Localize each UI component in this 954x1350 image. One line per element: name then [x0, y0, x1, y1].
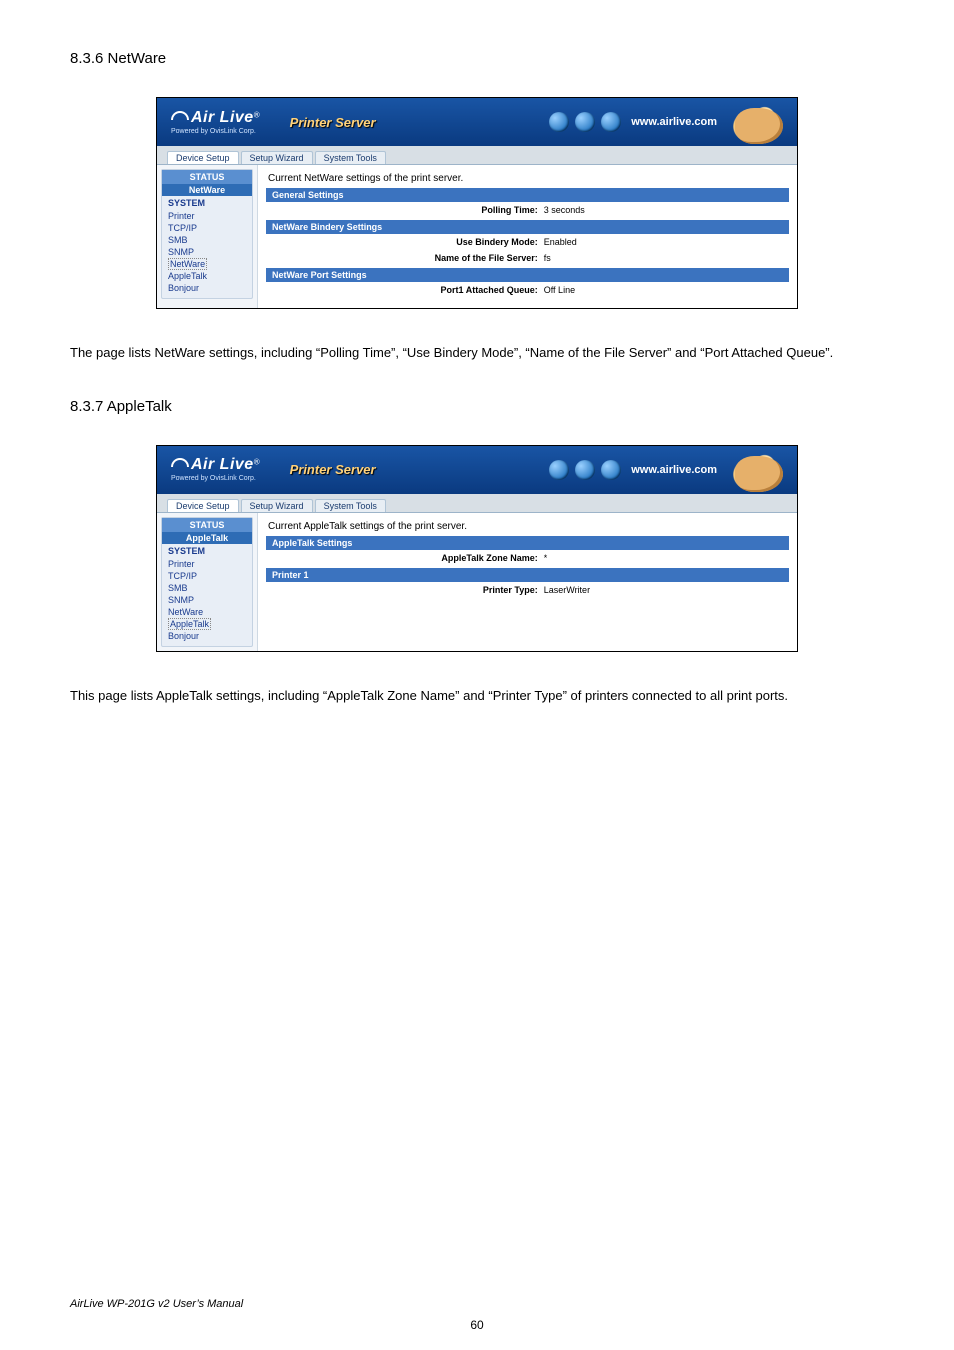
tab-setup-wizard[interactable]: Setup Wizard [241, 499, 313, 512]
globe-icon[interactable] [601, 112, 621, 132]
sidebar-system-heading: SYSTEM [162, 196, 252, 208]
row-polling-time: Polling Time: 3 seconds [266, 202, 789, 218]
sidebar-item-appletalk[interactable]: AppleTalk [168, 270, 246, 282]
sidebar-item-smb[interactable]: SMB [168, 582, 246, 594]
label-port-queue: Port1 Attached Queue: [272, 285, 544, 295]
footer-text: AirLive WP-201G v2 User’s Manual [70, 1298, 884, 1310]
sidebar-current-section: NetWare [162, 184, 252, 196]
site-url[interactable]: www.airlive.com [631, 464, 717, 476]
row-printer-type: Printer Type: LaserWriter [266, 582, 789, 598]
wifi-icon [171, 105, 189, 117]
brand-name: Air Live [191, 456, 254, 473]
section-bar-general: General Settings [266, 188, 789, 202]
globe-icon[interactable] [549, 112, 569, 132]
sidebar: STATUS NetWare SYSTEM Printer TCP/IP SMB… [157, 165, 258, 308]
tab-device-setup[interactable]: Device Setup [167, 151, 239, 164]
label-zone-name: AppleTalk Zone Name: [272, 553, 544, 563]
brand-logo: Air Live® Powered by OvisLink Corp. [171, 110, 260, 135]
label-bindery-mode: Use Bindery Mode: [272, 237, 544, 247]
label-polling-time: Polling Time: [272, 205, 544, 215]
brand-name: Air Live [191, 109, 254, 126]
globe-icon[interactable] [601, 460, 621, 480]
site-url[interactable]: www.airlive.com [631, 116, 717, 128]
tab-device-setup[interactable]: Device Setup [167, 499, 239, 512]
sidebar-item-netware[interactable]: NetWare [168, 606, 246, 618]
appletalk-description: This page lists AppleTalk settings, incl… [70, 682, 884, 711]
brand-subtitle: Powered by OvisLink Corp. [171, 475, 260, 482]
sidebar-status-heading: STATUS [162, 518, 252, 532]
row-zone-name: AppleTalk Zone Name: * [266, 550, 789, 566]
sidebar-item-bonjour[interactable]: Bonjour [168, 282, 246, 294]
content-pane: Current AppleTalk settings of the print … [258, 513, 797, 651]
row-file-server: Name of the File Server: fs [266, 250, 789, 266]
value-bindery-mode: Enabled [544, 237, 783, 247]
section-heading-netware: 8.3.6 NetWare [70, 50, 884, 67]
sidebar-item-bonjour[interactable]: Bonjour [168, 630, 246, 642]
section-bar-bindery: NetWare Bindery Settings [266, 220, 789, 234]
mascot-image [731, 448, 787, 492]
value-file-server: fs [544, 253, 783, 263]
globe-icon[interactable] [575, 460, 595, 480]
globe-icon[interactable] [549, 460, 569, 480]
value-zone-name: * [544, 553, 783, 563]
sidebar-system-heading: SYSTEM [162, 544, 252, 556]
netware-description: The page lists NetWare settings, includi… [70, 339, 884, 368]
tab-system-tools[interactable]: System Tools [315, 151, 386, 164]
sidebar-item-snmp[interactable]: SNMP [168, 246, 246, 258]
content-caption: Current AppleTalk settings of the print … [268, 521, 789, 532]
sidebar-status-heading: STATUS [162, 170, 252, 184]
content-caption: Current NetWare settings of the print se… [268, 173, 789, 184]
tab-bar: Device Setup Setup Wizard System Tools [157, 494, 797, 513]
sidebar-item-printer[interactable]: Printer [168, 210, 246, 222]
tab-bar: Device Setup Setup Wizard System Tools [157, 146, 797, 165]
tab-system-tools[interactable]: System Tools [315, 499, 386, 512]
page-number: 60 [0, 1318, 954, 1332]
globe-icon[interactable] [575, 112, 595, 132]
sidebar: STATUS AppleTalk SYSTEM Printer TCP/IP S… [157, 513, 258, 651]
sidebar-item-tcpip[interactable]: TCP/IP [168, 222, 246, 234]
mascot-image [731, 100, 787, 144]
content-pane: Current NetWare settings of the print se… [258, 165, 797, 308]
value-printer-type: LaserWriter [544, 585, 783, 595]
appletalk-screenshot: Air Live® Powered by OvisLink Corp. Prin… [156, 445, 798, 652]
sidebar-item-netware[interactable]: NetWare [168, 258, 207, 270]
wifi-icon [171, 452, 189, 464]
sidebar-item-snmp[interactable]: SNMP [168, 594, 246, 606]
section-bar-printer1: Printer 1 [266, 568, 789, 582]
product-title: Printer Server [290, 115, 376, 130]
app-header: Air Live® Powered by OvisLink Corp. Prin… [157, 446, 797, 494]
sidebar-current-section: AppleTalk [162, 532, 252, 544]
label-file-server: Name of the File Server: [272, 253, 544, 263]
value-port-queue: Off Line [544, 285, 783, 295]
product-title: Printer Server [290, 462, 376, 477]
section-bar-appletalk-settings: AppleTalk Settings [266, 536, 789, 550]
brand-logo: Air Live® Powered by OvisLink Corp. [171, 457, 260, 482]
sidebar-item-tcpip[interactable]: TCP/IP [168, 570, 246, 582]
section-bar-port: NetWare Port Settings [266, 268, 789, 282]
sidebar-item-smb[interactable]: SMB [168, 234, 246, 246]
sidebar-item-appletalk[interactable]: AppleTalk [168, 618, 211, 630]
label-printer-type: Printer Type: [272, 585, 544, 595]
tab-setup-wizard[interactable]: Setup Wizard [241, 151, 313, 164]
row-port-queue: Port1 Attached Queue: Off Line [266, 282, 789, 298]
row-bindery-mode: Use Bindery Mode: Enabled [266, 234, 789, 250]
sidebar-item-printer[interactable]: Printer [168, 558, 246, 570]
value-polling-time: 3 seconds [544, 205, 783, 215]
section-heading-appletalk: 8.3.7 AppleTalk [70, 398, 884, 415]
netware-screenshot: Air Live® Powered by OvisLink Corp. Prin… [156, 97, 798, 309]
app-header: Air Live® Powered by OvisLink Corp. Prin… [157, 98, 797, 146]
brand-subtitle: Powered by OvisLink Corp. [171, 128, 260, 135]
